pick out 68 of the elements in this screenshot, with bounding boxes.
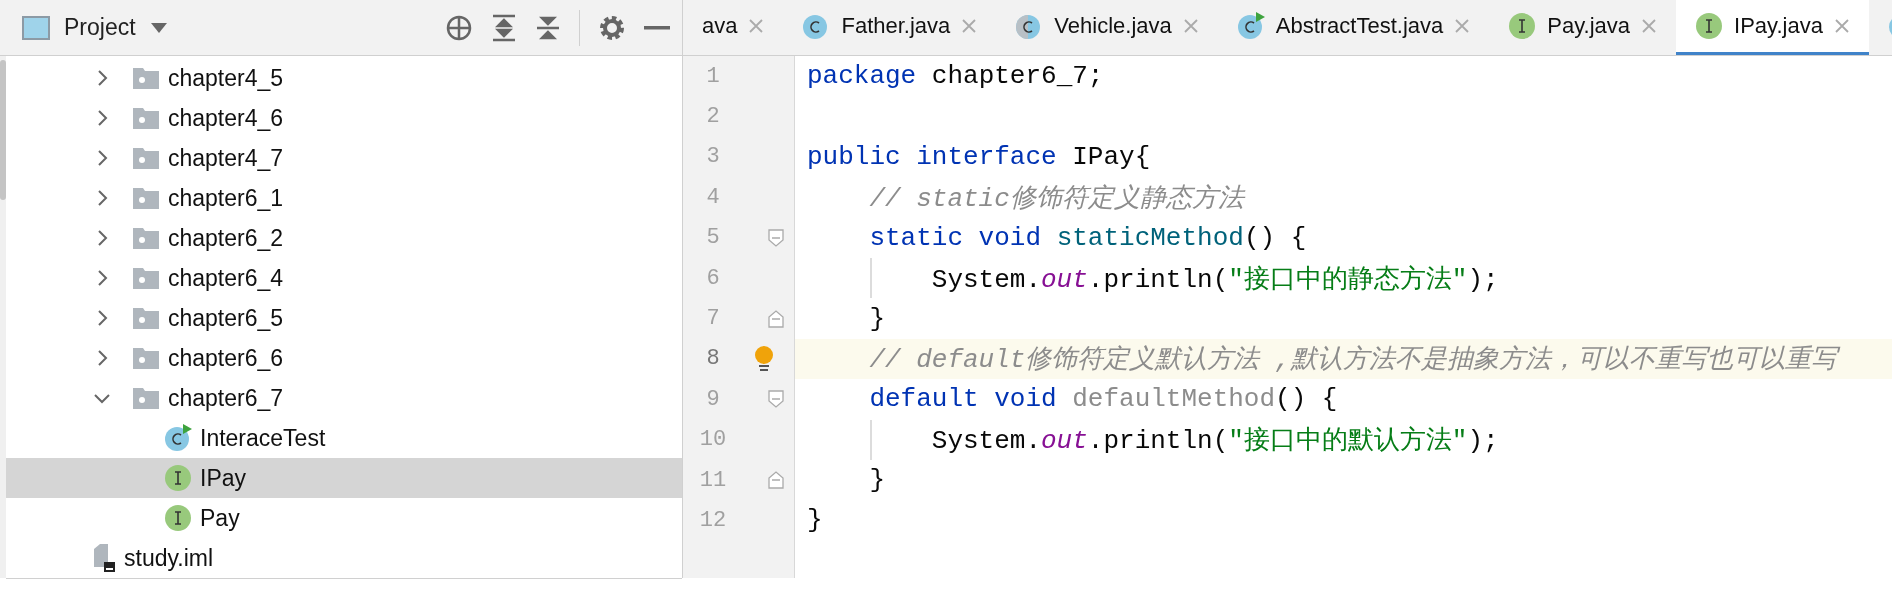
module-file-icon — [92, 543, 116, 573]
code-line: } — [869, 465, 885, 496]
fold-start-icon[interactable] — [768, 228, 784, 247]
folder-icon — [132, 266, 160, 290]
tree-item[interactable]: IPay — [6, 458, 682, 498]
tree-item[interactable]: Pay — [6, 498, 682, 538]
line-number: 9 — [705, 386, 721, 412]
code-line: public interface IPay{ — [807, 141, 1151, 172]
settings-icon[interactable] — [598, 13, 626, 42]
line-number: 4 — [705, 184, 721, 210]
tree-item[interactable]: chapter4_7 — [6, 138, 682, 178]
tree-item[interactable]: chapter4_6 — [6, 98, 682, 138]
tree-item[interactable]: chapter6_6 — [6, 338, 682, 378]
editor-tab[interactable]: Father.java — [783, 0, 997, 55]
editor-tab[interactable]: Pay.java — [1489, 0, 1676, 55]
folder-icon — [132, 146, 160, 170]
code-line: System.out.println("接口中的静态方法"); — [931, 263, 1499, 296]
editor-tab[interactable]: AbstractTest.java — [1217, 0, 1490, 55]
editor-tab[interactable]: Vehicle.java — [996, 0, 1218, 55]
line-number: 5 — [705, 225, 721, 251]
interface-icon — [164, 464, 192, 492]
tree-item[interactable]: study.iml — [6, 538, 682, 578]
editor-tab[interactable]: ava — [683, 0, 784, 55]
line-number: 8 — [705, 346, 721, 372]
panel-icon — [22, 15, 50, 40]
folder-icon — [132, 226, 160, 250]
code-line: System.out.println("接口中的默认方法"); — [931, 425, 1499, 458]
lightbulb-icon[interactable] — [753, 344, 775, 373]
runnable-class-icon — [164, 424, 192, 452]
line-number: 7 — [705, 306, 721, 332]
interface-icon — [164, 504, 192, 532]
code-line: default void defaultMethod() { — [869, 384, 1338, 415]
folder-icon — [132, 306, 160, 330]
line-number: 6 — [705, 265, 721, 291]
tree-item[interactable]: chapter4_5 — [6, 58, 682, 98]
folder-icon — [132, 186, 160, 210]
tree-item[interactable]: chapter6_5 — [6, 298, 682, 338]
editor-tab[interactable]: IPay.java — [1676, 0, 1869, 55]
runnable-class-icon — [1236, 12, 1265, 40]
code-line: package chapter6_7; — [807, 61, 1104, 92]
line-number: 2 — [705, 104, 721, 130]
interface-icon — [1695, 12, 1723, 40]
tree-item[interactable]: chapter6_1 — [6, 178, 682, 218]
folder-icon — [132, 346, 160, 370]
line-number: 3 — [705, 144, 721, 170]
fold-start-icon[interactable] — [768, 390, 784, 409]
scrollbar[interactable] — [0, 56, 6, 578]
locate-icon[interactable] — [445, 13, 473, 42]
minimize-icon[interactable] — [644, 24, 670, 31]
expand-all-icon[interactable] — [491, 13, 517, 42]
line-number: 12 — [698, 508, 728, 533]
tree-item[interactable]: chapter6_7 — [6, 378, 682, 418]
line-number: 1 — [705, 63, 721, 89]
folder-icon — [132, 106, 160, 130]
line-number: 11 — [698, 467, 728, 493]
code-line: } — [869, 303, 885, 334]
code-line: static void staticMethod() { — [869, 222, 1307, 253]
folder-icon — [132, 386, 160, 410]
tree-item[interactable]: chapter6_2 — [6, 218, 682, 258]
panel-title: Project — [64, 14, 136, 41]
tree-item[interactable]: InteraceTest — [6, 418, 682, 458]
code-line: } — [807, 505, 823, 536]
tree-item[interactable]: chapter6_4 — [6, 258, 682, 298]
interface-icon — [1508, 12, 1537, 40]
code-line: // static修饰符定义静态方法 — [869, 182, 1244, 215]
dropdown-caret-icon[interactable] — [149, 21, 168, 34]
folder-icon — [132, 66, 160, 90]
line-number: 10 — [698, 427, 728, 453]
